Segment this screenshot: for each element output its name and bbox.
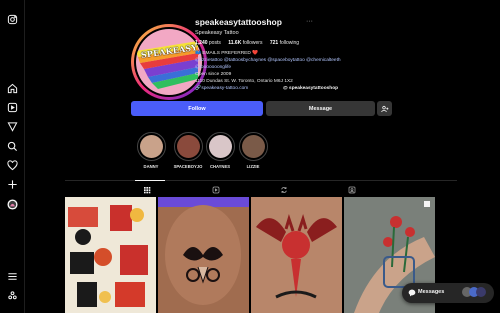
messages-button[interactable]: Messages	[402, 283, 494, 303]
bio-line-1: 📫 EMAILS PREFERRED ❤️	[195, 51, 259, 56]
highlight-label: CHAYNES	[209, 164, 231, 169]
add-user-icon	[380, 105, 388, 112]
post-flash-sheet[interactable]	[65, 197, 156, 313]
repost-icon	[281, 187, 287, 193]
followers-count[interactable]: 11.6K	[228, 40, 241, 46]
link-icon: 🔗	[195, 86, 201, 91]
highlight-spaceboyjo[interactable]: SPACEBOYJO	[171, 132, 205, 169]
explore-icon[interactable]	[6, 120, 18, 132]
more-options-icon[interactable]: ···	[306, 18, 313, 25]
grid-icon	[144, 187, 151, 194]
posts-label: posts	[208, 40, 221, 46]
profile-stats: 1,240 posts 11.6K followers 721 followin…	[195, 40, 299, 46]
menu-icon[interactable]	[6, 270, 18, 282]
threads-icon[interactable]	[6, 289, 18, 301]
following-count[interactable]: 721	[270, 40, 278, 46]
active-tab-indicator	[135, 180, 165, 181]
home-icon[interactable]	[6, 82, 18, 94]
reels-tab[interactable]	[211, 185, 221, 195]
website-link[interactable]: 🔗 speakeasy-tattoo.com	[195, 86, 248, 91]
bio-mention-2[interactable]: @looooooonglife	[195, 65, 231, 70]
profile-username: speakeasytattooshop	[195, 17, 282, 27]
posts-tab[interactable]	[142, 185, 152, 195]
threads-link-text[interactable]: speakeasytattooshop	[289, 86, 338, 91]
profile-main: SPEAKEASY speakeasytattooshop ··· Speake…	[25, 0, 500, 313]
follow-button[interactable]: Follow	[131, 101, 263, 116]
threads-small-icon: @	[283, 86, 288, 91]
highlight-label: DANNY	[143, 164, 159, 169]
suggested-users-button[interactable]	[377, 101, 392, 116]
followers-label[interactable]: followers	[243, 40, 263, 46]
highlight-danny[interactable]: DANNY	[136, 132, 166, 169]
reels-icon[interactable]	[6, 101, 18, 113]
website-link-text[interactable]: speakeasy-tattoo.com	[201, 86, 248, 91]
message-avatar-3	[476, 287, 486, 297]
post-mustache-tattoo[interactable]	[158, 197, 249, 313]
profile-icon[interactable]	[6, 198, 18, 210]
instagram-icon[interactable]	[6, 13, 18, 25]
tagged-icon	[348, 186, 356, 194]
post-devil-tattoo[interactable]	[251, 197, 342, 313]
highlight-chaynes[interactable]: CHAYNES	[205, 132, 235, 169]
threads-link[interactable]: @ speakeasytattooshop	[283, 86, 338, 91]
bio-open-since: Open since 2009	[195, 72, 232, 77]
heart-icon[interactable]	[6, 159, 18, 171]
tagged-tab[interactable]	[347, 185, 357, 195]
reposts-tab[interactable]	[279, 185, 289, 195]
highlight-label: SPACEBOYJO	[173, 164, 203, 169]
profile-display-name: Speakeasy Tattoo	[195, 30, 239, 36]
following-label[interactable]: following	[280, 40, 299, 46]
create-icon[interactable]	[6, 178, 18, 190]
highlight-label: LIZZIE	[246, 164, 260, 169]
message-button[interactable]: Message	[266, 101, 375, 116]
highlight-lizzie[interactable]: LIZZIE	[238, 132, 268, 169]
tabs-divider	[65, 180, 457, 181]
bio-address: 1110 Dundas St. W. Toronto, Ontario M6J …	[195, 79, 293, 84]
posts-count: 1,240	[195, 40, 208, 46]
bio-mentions[interactable]: @lizzietattoo @tattoosbychaynes @spacebo…	[195, 58, 341, 63]
messages-label: Messages	[418, 289, 445, 295]
messenger-icon	[408, 289, 416, 297]
sidebar	[0, 0, 25, 313]
search-icon[interactable]	[6, 140, 18, 152]
reels-tab-icon	[212, 186, 220, 194]
